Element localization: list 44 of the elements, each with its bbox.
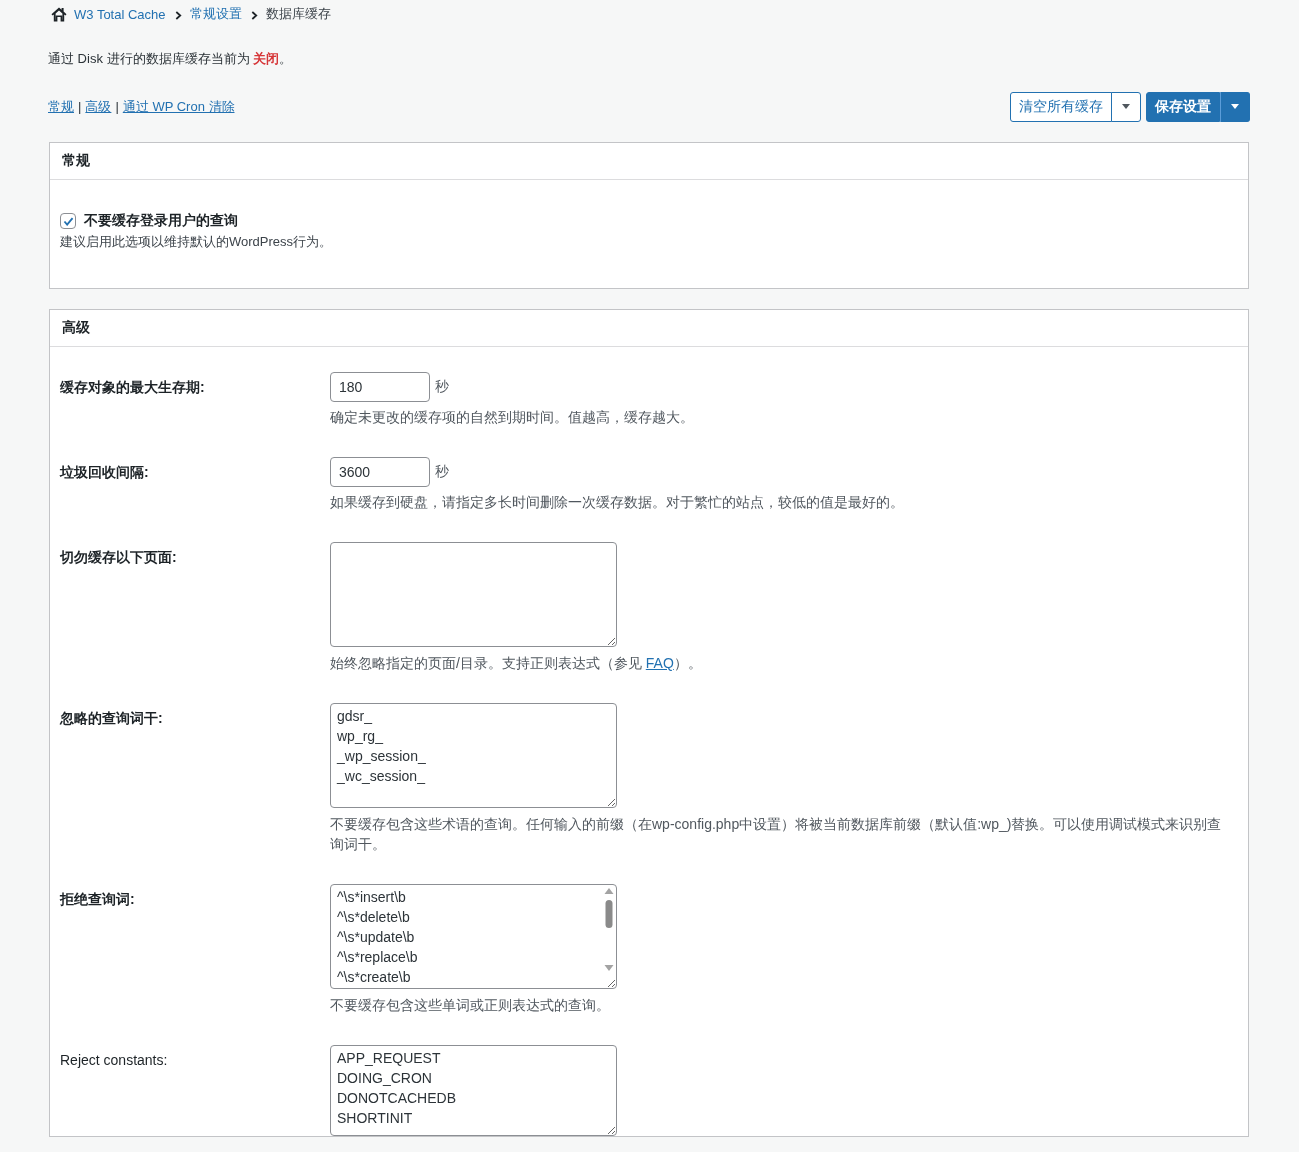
checkbox[interactable]	[60, 213, 76, 229]
nav-link[interactable]: 常规	[48, 97, 74, 116]
checkbox-label: 不要缓存登录用户的查询	[84, 212, 238, 230]
textarea-field[interactable]	[330, 542, 617, 647]
outline-button[interactable]: 清空所有缓存	[1010, 91, 1112, 122]
textarea-field[interactable]: gdsr_ wp_rg_ _wp_session_ _wc_session_	[330, 703, 617, 808]
field-label: 拒绝查询词:	[60, 890, 135, 909]
field-description: 如果缓存到硬盘，请指定多长时间删除一次缓存数据。对于繁忙的站点，较低的值是最好的。	[330, 493, 904, 512]
field-label: Reject constants:	[60, 1051, 168, 1070]
link-separator: |	[115, 99, 119, 114]
caret-icon	[1231, 104, 1239, 109]
unit-label: 秒	[435, 463, 449, 481]
field-description: 不要缓存包含这些单词或正则表达式的查询。	[330, 996, 610, 1015]
nav-link[interactable]: 高级	[85, 97, 112, 116]
number-field[interactable]: 3600	[330, 457, 430, 487]
field-description: 确定未更改的缓存项的自然到期时间。值越高，缓存越大。	[330, 408, 694, 427]
breadcrumb-link[interactable]: 常规设置	[189, 5, 242, 23]
chevron-icon	[174, 11, 182, 20]
number-field[interactable]: 180	[330, 372, 430, 402]
caret-icon	[1122, 104, 1130, 109]
status-message: 通过 Disk 进行的数据库缓存当前为 关闭。	[48, 50, 293, 68]
link-separator: |	[78, 99, 82, 114]
home-icon	[51, 6, 67, 22]
field-label: 忽略的查询词干:	[60, 709, 163, 728]
dropdown-button[interactable]	[1111, 91, 1141, 122]
field-label: 缓存对象的最大生存期:	[60, 378, 205, 397]
field-description: 不要缓存包含这些术语的查询。任何输入的前缀（在wp-config.php中设置）将被当前数据库前缀（默认值:wp_)替换。可以使用调试模式来识别查询词干。	[330, 815, 1223, 854]
checkmark-icon	[62, 216, 74, 226]
field-label: 垃圾回收间隔:	[60, 463, 149, 482]
textarea-field[interactable]: ^\s*insert\b ^\s*delete\b ^\s*update\b ^\s*replace\b ^\s*create\b	[330, 884, 617, 989]
field-description: 始终忽略指定的页面/目录。支持正则表达式（参见 FAQ）。	[330, 654, 702, 673]
inline-link[interactable]: FAQ	[645, 655, 674, 671]
dropdown-button[interactable]	[1220, 91, 1250, 122]
option-description: 建议启用此选项以维持默认的WordPress行为。	[60, 233, 333, 251]
textarea-field[interactable]: APP_REQUEST DOING_CRON DONOTCACHEDB SHORTINIT	[330, 1045, 617, 1136]
chevron-icon	[250, 11, 258, 20]
primary-button[interactable]: 保存设置	[1146, 91, 1220, 122]
field-label: 切勿缓存以下页面:	[60, 548, 177, 567]
section-title: 常规	[62, 152, 90, 170]
unit-label: 秒	[435, 378, 449, 396]
breadcrumb-link[interactable]: W3 Total Cache	[74, 6, 166, 22]
breadcrumb-current: 数据库缓存	[265, 5, 331, 23]
section-title: 高级	[62, 319, 90, 337]
nav-link[interactable]: 通过 WP Cron 清除	[122, 97, 235, 116]
